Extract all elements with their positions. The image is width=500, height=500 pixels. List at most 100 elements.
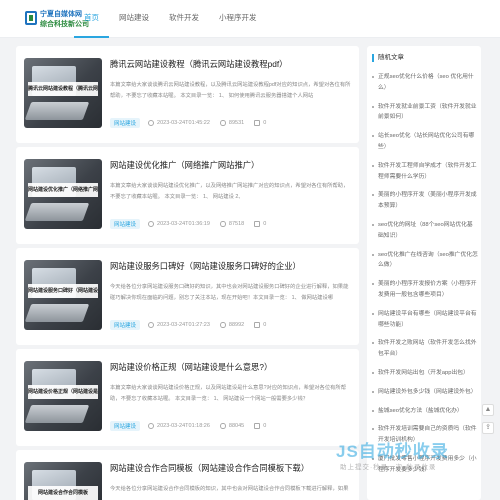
sidebar-item[interactable]: 软件开发之败网站（软件开发怎么找外包平台） <box>372 338 478 360</box>
post-date: 2023-03-24T01:36:19 <box>148 221 210 227</box>
post-card: 网站建设合作合同模板 网站建设合作合同模板（网站建设合作合同模板下载） 今天给各… <box>16 450 359 500</box>
eye-icon <box>219 322 226 328</box>
sidebar-title: 随机文章 <box>372 54 404 62</box>
post-meta: 网站建设 2023-03-24T01:36:19 87518 0 <box>110 218 353 230</box>
post-likes-count: 0 <box>263 221 267 227</box>
post-card: 网站建设价格正规（网站建设是什么意思?） 网站建设价格正规（网站建设是什么意思?… <box>16 349 359 446</box>
post-excerpt: 本篇文章给大家谈谈腾讯云网站建设教程，以及腾讯云网站建设教程pdf对应的知识点，… <box>110 82 351 99</box>
post-likes-count: 0 <box>263 120 267 126</box>
post-views: 88045 <box>219 423 245 429</box>
post-views-count: 88045 <box>228 423 245 429</box>
sidebar-item[interactable]: 厦门批发零售小程序开发费用多少（小程序开发要多少钱） <box>372 454 478 476</box>
laptop-keyboard <box>24 203 90 221</box>
back-to-top-button[interactable]: ▲ <box>482 404 494 416</box>
clock-icon <box>148 423 155 429</box>
nav-item-website-building[interactable]: 网站建设 <box>109 0 159 38</box>
nav-item-miniprogram-dev[interactable]: 小程序开发 <box>209 0 267 38</box>
post-card: 腾讯云网站建设教程（腾讯云网站建设教程pdf） 腾讯云网站建设教程（腾讯云网站建… <box>16 46 359 143</box>
logo-mark-icon <box>25 11 37 25</box>
sidebar-item[interactable]: 软件开发培训需要自己的资质吗（软件开发培训机构） <box>372 424 478 446</box>
post-card: 网站建设服务口碑好（网站建设服务口碑好的企业） 网站建设服务口碑好（网站建设服务… <box>16 248 359 345</box>
post-views: 88992 <box>219 322 245 328</box>
main-nav: 首页 网站建设 软件开发 小程序开发 <box>74 0 267 38</box>
post-views-count: 89531 <box>228 120 245 126</box>
post-title[interactable]: 网站建设价格正规（网站建设是什么意思?） <box>110 361 353 373</box>
thumbnail-caption: 腾讯云网站建设教程（腾讯云网站建设教程pdf） <box>28 82 98 96</box>
post-thumbnail[interactable]: 网站建设价格正规（网站建设是什么意思?） <box>24 361 102 431</box>
post-thumbnail[interactable]: 网站建设服务口碑好（网站建设服务口碑好的企业） <box>24 260 102 330</box>
post-title[interactable]: 网站建设服务口碑好（网站建设服务口碑好的企业） <box>110 260 353 272</box>
sidebar-item[interactable]: seo优化推广在线咨询（seo推广优化怎么做） <box>372 250 478 272</box>
post-thumbnail[interactable]: 网站建设优化推广（网络推广网站推广） <box>24 159 102 229</box>
sidebar-item[interactable]: 网站建设外包多少钱（网站建设外包） <box>372 387 478 398</box>
sidebar-item[interactable]: 站长seo优化（站长网站优化公司有哪些） <box>372 131 478 153</box>
post-date-text: 2023-03-24T01:36:19 <box>157 221 210 227</box>
sidebar-item[interactable]: 正规seo优化什么价格（seo 优化用什么） <box>372 72 478 94</box>
laptop-keyboard <box>24 102 90 120</box>
post-views: 89531 <box>219 120 245 126</box>
post-likes[interactable]: 0 <box>254 423 266 429</box>
thumbnail-caption: 网站建设优化推广（网络推广网站推广） <box>28 183 98 197</box>
thumbnail-caption: 网站建设价格正规（网站建设是什么意思?） <box>28 385 98 399</box>
thumbnail-caption: 网站建设合作合同模板 <box>28 486 98 500</box>
share-button[interactable]: ⇪ <box>482 422 494 434</box>
post-likes[interactable]: 0 <box>254 322 266 328</box>
comment-icon <box>254 221 261 227</box>
post-views-count: 88992 <box>228 322 245 328</box>
comment-icon <box>254 423 261 429</box>
post-date: 2023-03-24T01:27:23 <box>148 322 210 328</box>
post-views-count: 87518 <box>228 221 245 227</box>
sidebar-item[interactable]: seo优化的网址（88个seo网站优化基础知识） <box>372 220 478 242</box>
sidebar-item[interactable]: 网站建设平台有哪些（网站建设平台有哪些功能） <box>372 309 478 331</box>
post-thumbnail[interactable]: 网站建设合作合同模板 <box>24 462 102 500</box>
sidebar-item[interactable]: 软件开发就业前景工资（软件开发就业前景如何） <box>372 102 478 124</box>
sidebar-item[interactable]: 盐城seo优化方法（盐城优化办） <box>372 406 478 417</box>
sidebar-list: 正规seo优化什么价格（seo 优化用什么） 软件开发就业前景工资（软件开发就业… <box>372 72 478 484</box>
post-title[interactable]: 网站建设优化推广（网络推广网站推广） <box>110 159 353 171</box>
post-category-tag[interactable]: 网站建设 <box>110 421 141 431</box>
post-thumbnail[interactable]: 腾讯云网站建设教程（腾讯云网站建设教程pdf） <box>24 58 102 128</box>
post-category-tag[interactable]: 网站建设 <box>110 219 141 229</box>
post-views: 87518 <box>219 221 245 227</box>
comment-icon <box>254 120 261 126</box>
clock-icon <box>148 322 155 328</box>
post-excerpt: 本篇文章给大家谈谈网站建设优化推广，以及网络推广网站推广对应的知识点，希望对各位… <box>110 183 349 200</box>
sidebar-item[interactable]: 软件开发工程师自学成才（软件开发工程师需要什么学历） <box>372 161 478 183</box>
nav-item-home[interactable]: 首页 <box>74 0 109 38</box>
clock-icon <box>148 221 155 227</box>
sidebar-item[interactable]: 软件开发网站出包（开发app出包） <box>372 368 478 379</box>
post-excerpt: 本篇文章给大家谈谈网站建设价格正规，以及网站建设是什么意思?对应的知识点，希望对… <box>110 385 347 402</box>
laptop-keyboard <box>24 304 90 322</box>
post-category-tag[interactable]: 网站建设 <box>110 118 141 128</box>
post-excerpt: 今天给各位分享网站建设合作合同模板的知识，其中也会对网站建设合作合同模板下载进行… <box>110 486 349 492</box>
post-title[interactable]: 腾讯云网站建设教程（腾讯云网站建设教程pdf） <box>110 58 353 70</box>
site-logo[interactable]: 宁夏自媒体网 综合科技新公司 <box>25 9 89 29</box>
sidebar-item[interactable]: 美丽的小程序开发报价方案（小程序开发费用一般包含哪些项目） <box>372 279 478 301</box>
post-meta: 网站建设 2023-03-24T01:27:23 88992 0 <box>110 319 353 331</box>
site-header: 宁夏自媒体网 综合科技新公司 首页 网站建设 软件开发 小程序开发 <box>0 0 500 38</box>
eye-icon <box>219 120 226 126</box>
post-date-text: 2023-03-24T01:18:26 <box>157 423 210 429</box>
sidebar-item[interactable]: 美丽的小程序开发（美丽小程序开发成本预算） <box>372 190 478 212</box>
post-category-tag[interactable]: 网站建设 <box>110 320 141 330</box>
post-likes-count: 0 <box>263 423 267 429</box>
post-likes[interactable]: 0 <box>254 221 266 227</box>
eye-icon <box>219 221 226 227</box>
comment-icon <box>254 322 261 328</box>
laptop-keyboard <box>24 405 90 423</box>
eye-icon <box>219 423 226 429</box>
thumbnail-caption: 网站建设服务口碑好（网站建设服务口碑好的企业） <box>28 284 98 298</box>
post-date: 2023-03-24T01:45:22 <box>148 120 210 126</box>
post-date-text: 2023-03-24T01:27:23 <box>157 322 210 328</box>
nav-item-software-dev[interactable]: 软件开发 <box>159 0 209 38</box>
post-meta: 网站建设 2023-03-24T01:45:22 89531 0 <box>110 117 353 129</box>
post-meta: 网站建设 2023-03-24T01:18:26 88045 0 <box>110 420 353 432</box>
sidebar-random-posts: 随机文章 正规seo优化什么价格（seo 优化用什么） 软件开发就业前景工资（软… <box>367 46 481 500</box>
share-icon: ⇪ <box>485 424 491 431</box>
clock-icon <box>148 120 155 126</box>
post-likes-count: 0 <box>263 322 267 328</box>
post-likes[interactable]: 0 <box>254 120 266 126</box>
post-card: 网站建设优化推广（网络推广网站推广） 网站建设优化推广（网络推广网站推广） 本篇… <box>16 147 359 244</box>
post-date: 2023-03-24T01:18:26 <box>148 423 210 429</box>
post-title[interactable]: 网站建设合作合同模板（网站建设合作合同模板下载） <box>110 462 353 474</box>
